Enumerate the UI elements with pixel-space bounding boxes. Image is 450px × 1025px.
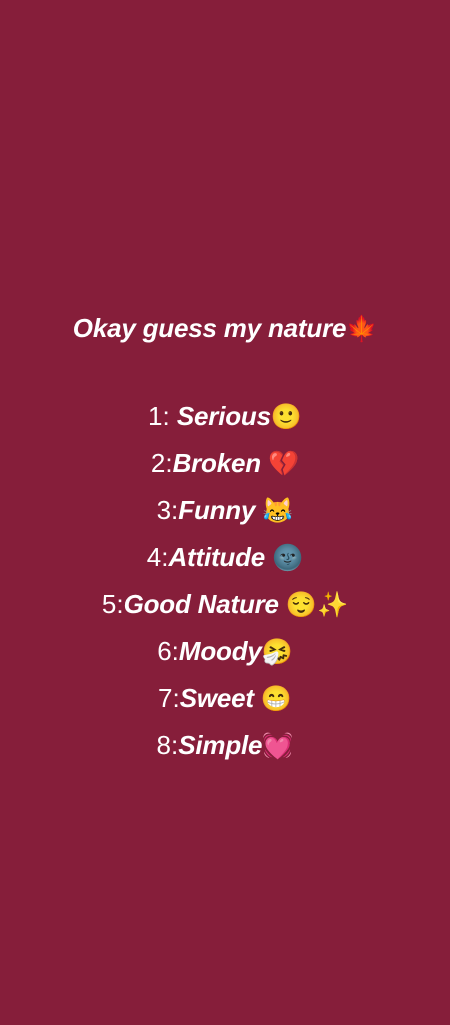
slight-smile-icon: 🙂 xyxy=(270,403,303,431)
nature-options-list: 1: Serious🙂 2:Broken 💔 3:Funny 😹 4:Attit… xyxy=(0,396,450,772)
option-item-4: 4:Attitude 🌚 xyxy=(0,537,450,584)
option-label: Attitude xyxy=(168,542,273,572)
option-number: 6: xyxy=(157,636,179,666)
option-item-1: 1: Serious🙂 xyxy=(0,396,450,443)
title-text: Okay guess my nature xyxy=(72,313,347,343)
option-number: 4: xyxy=(146,542,169,572)
option-label: Simple xyxy=(178,730,263,760)
option-item-7: 7:Sweet 😁 xyxy=(0,678,450,725)
option-item-6: 6:Moody🤧 xyxy=(0,631,450,678)
broken-heart-icon: 💔 xyxy=(267,450,300,478)
option-number: 2: xyxy=(150,448,173,478)
option-number: 7: xyxy=(158,683,180,713)
story-canvas: Okay guess my nature🍁 1: Serious🙂 2:Brok… xyxy=(0,0,450,1025)
option-label: Sweet xyxy=(179,683,261,713)
cat-tears-of-joy-icon: 😹 xyxy=(262,497,294,525)
relieved-sparkles-icon: 😌✨ xyxy=(285,591,349,619)
option-item-8: 8:Simple💓 xyxy=(0,725,450,772)
option-label: Moody xyxy=(178,636,262,666)
option-label: Funny xyxy=(178,495,263,525)
option-item-3: 3:Funny 😹 xyxy=(0,490,450,537)
beating-heart-icon: 💓 xyxy=(262,732,294,760)
beaming-face-icon: 😁 xyxy=(260,685,292,713)
option-number: 1: xyxy=(147,401,177,431)
new-moon-face-icon: 🌚 xyxy=(272,544,304,572)
option-number: 3: xyxy=(156,495,179,525)
option-label: Serious xyxy=(176,401,271,431)
option-label: Good Nature xyxy=(123,589,286,619)
option-item-5: 5:Good Nature 😌✨ xyxy=(0,584,450,631)
story-title: Okay guess my nature🍁 xyxy=(0,310,450,347)
option-item-2: 2:Broken 💔 xyxy=(0,443,450,490)
option-number: 5: xyxy=(101,589,124,619)
option-number: 8: xyxy=(156,730,179,760)
maple-leaf-icon: 🍁 xyxy=(346,315,378,343)
sneezing-face-icon: 🤧 xyxy=(261,638,293,666)
option-label: Broken xyxy=(172,448,268,478)
